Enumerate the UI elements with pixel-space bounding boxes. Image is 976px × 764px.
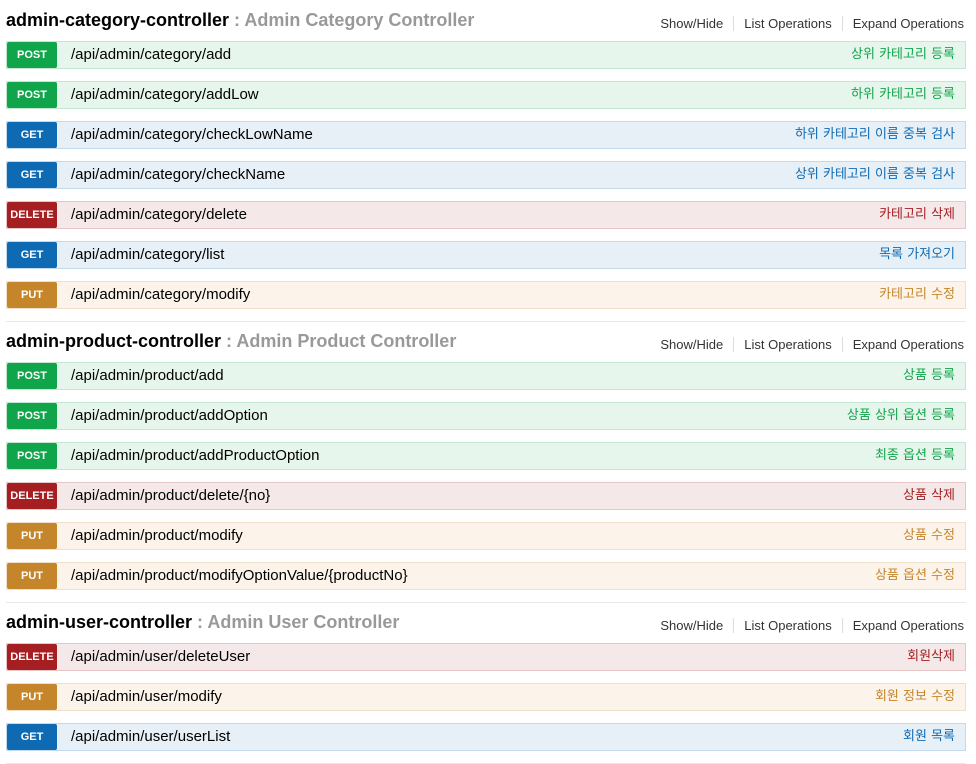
operation-row[interactable]: POST /api/admin/product/addOption 상품 상위 … [6,402,966,430]
section-separator: : [221,331,237,351]
section-separator: : [229,10,245,30]
list-operations-link[interactable]: List Operations [734,618,843,633]
section-description: Admin Category Controller [244,10,475,30]
expand-operations-link[interactable]: Expand Operations [843,618,964,633]
operation-path[interactable]: /api/admin/category/checkName [71,162,285,188]
operation-summary[interactable]: 상위 카테고리 등록 [851,42,955,68]
operation-row[interactable]: GET /api/admin/user/userList 회원 목록 [6,723,966,751]
operation-path[interactable]: /api/admin/category/modify [71,282,250,308]
operation-summary[interactable]: 하위 카테고리 이름 중복 검사 [795,122,955,148]
operation-path[interactable]: /api/admin/product/addOption [71,403,268,429]
operation-path[interactable]: /api/admin/user/deleteUser [71,644,250,670]
operation-path[interactable]: /api/admin/category/delete [71,202,247,228]
expand-operations-link[interactable]: Expand Operations [843,16,964,31]
operation-summary[interactable]: 하위 카테고리 등록 [851,82,955,108]
method-badge-get[interactable]: GET [7,242,57,268]
show-hide-link[interactable]: Show/Hide [650,618,735,633]
operation-summary[interactable]: 상위 카테고리 이름 중복 검사 [795,162,955,188]
operation-row[interactable]: GET /api/admin/category/checkName 상위 카테고… [6,161,966,189]
list-operations-link[interactable]: List Operations [734,337,843,352]
operation-row[interactable]: POST /api/admin/category/add 상위 카테고리 등록 [6,41,966,69]
method-badge-get[interactable]: GET [7,122,57,148]
section-header: admin-category-controller : Admin Catego… [6,0,966,41]
method-badge-delete[interactable]: DELETE [7,483,57,509]
operation-path[interactable]: /api/admin/product/delete/{no} [71,483,270,509]
section-links: Show/Hide List Operations Expand Operation… [650,337,964,352]
show-hide-link[interactable]: Show/Hide [650,337,735,352]
operation-summary[interactable]: 상품 등록 [903,363,955,389]
operation-row[interactable]: DELETE /api/admin/product/delete/{no} 상품… [6,482,966,510]
operation-row[interactable]: DELETE /api/admin/user/deleteUser 회원삭제 [6,643,966,671]
method-badge-post[interactable]: POST [7,82,57,108]
method-badge-put[interactable]: PUT [7,523,57,549]
operation-path[interactable]: /api/admin/category/addLow [71,82,259,108]
operation-summary[interactable]: 상품 옵션 수정 [875,563,955,589]
section-header: admin-product-controller : Admin Product… [6,321,966,362]
method-badge-put[interactable]: PUT [7,563,57,589]
operation-row[interactable]: PUT /api/admin/user/modify 회원 정보 수정 [6,683,966,711]
show-hide-link[interactable]: Show/Hide [650,16,735,31]
swagger-api-list: admin-category-controller : Admin Catego… [0,0,976,764]
operation-summary[interactable]: 상품 상위 옵션 등록 [847,403,955,429]
section-links: Show/Hide List Operations Expand Operation… [650,16,964,31]
section-description: Admin Product Controller [236,331,457,351]
method-badge-post[interactable]: POST [7,403,57,429]
section-admin-category-controller: admin-category-controller : Admin Catego… [0,0,976,321]
operation-path[interactable]: /api/admin/user/modify [71,684,222,710]
operation-summary[interactable]: 회원삭제 [907,644,955,670]
operation-row[interactable]: PUT /api/admin/category/modify 카테고리 수정 [6,281,966,309]
operation-summary[interactable]: 상품 삭제 [903,483,955,509]
section-title: admin-product-controller : Admin Product… [6,331,456,352]
method-badge-delete[interactable]: DELETE [7,644,57,670]
operation-path[interactable]: /api/admin/product/add [71,363,224,389]
list-operations-link[interactable]: List Operations [734,16,843,31]
method-badge-get[interactable]: GET [7,724,57,750]
section-links: Show/Hide List Operations Expand Operation… [650,618,964,633]
operation-path[interactable]: /api/admin/product/modify [71,523,243,549]
method-badge-delete[interactable]: DELETE [7,202,57,228]
method-badge-put[interactable]: PUT [7,684,57,710]
operation-row[interactable]: PUT /api/admin/product/modifyOptionValue… [6,562,966,590]
method-badge-post[interactable]: POST [7,443,57,469]
method-badge-post[interactable]: POST [7,363,57,389]
section-admin-user-controller: admin-user-controller : Admin User Contr… [0,602,976,763]
operation-row[interactable]: GET /api/admin/category/list 목록 가져오기 [6,241,966,269]
operation-row[interactable]: POST /api/admin/category/addLow 하위 카테고리 … [6,81,966,109]
operation-summary[interactable]: 상품 수정 [903,523,955,549]
operation-row[interactable]: POST /api/admin/product/add 상품 등록 [6,362,966,390]
operation-path[interactable]: /api/admin/product/modifyOptionValue/{pr… [71,563,408,589]
operation-row[interactable]: POST /api/admin/product/addProductOption… [6,442,966,470]
method-badge-post[interactable]: POST [7,42,57,68]
section-admin-product-controller: admin-product-controller : Admin Product… [0,321,976,602]
operation-summary[interactable]: 최종 옵션 등록 [875,443,955,469]
section-title: admin-user-controller : Admin User Contr… [6,612,399,633]
operation-summary[interactable]: 회원 정보 수정 [875,684,955,710]
operation-summary[interactable]: 회원 목록 [903,724,955,750]
operation-path[interactable]: /api/admin/user/userList [71,724,230,750]
expand-operations-link[interactable]: Expand Operations [843,337,964,352]
operation-path[interactable]: /api/admin/category/checkLowName [71,122,313,148]
operation-path[interactable]: /api/admin/category/add [71,42,231,68]
section-header: admin-user-controller : Admin User Contr… [6,602,966,643]
operation-path[interactable]: /api/admin/category/list [71,242,224,268]
operation-path[interactable]: /api/admin/product/addProductOption [71,443,320,469]
operation-row[interactable]: GET /api/admin/category/checkLowName 하위 … [6,121,966,149]
section-name-link[interactable]: admin-user-controller [6,612,192,632]
operation-row[interactable]: DELETE /api/admin/category/delete 카테고리 삭… [6,201,966,229]
section-title: admin-category-controller : Admin Catego… [6,10,474,31]
method-badge-get[interactable]: GET [7,162,57,188]
method-badge-put[interactable]: PUT [7,282,57,308]
section-name-link[interactable]: admin-product-controller [6,331,221,351]
section-description: Admin User Controller [207,612,400,632]
operation-summary[interactable]: 카테고리 삭제 [879,202,955,228]
operation-row[interactable]: PUT /api/admin/product/modify 상품 수정 [6,522,966,550]
section-name-link[interactable]: admin-category-controller [6,10,229,30]
operation-summary[interactable]: 카테고리 수정 [879,282,955,308]
operation-summary[interactable]: 목록 가져오기 [879,242,955,268]
section-separator: : [192,612,208,632]
